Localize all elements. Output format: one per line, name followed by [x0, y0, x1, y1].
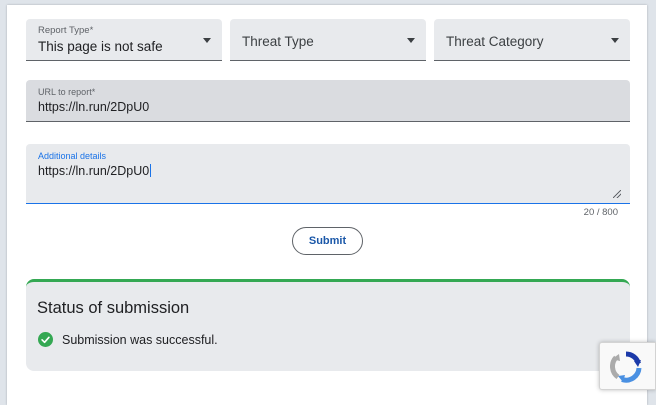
- threat-type-placeholder: Threat Type: [242, 34, 314, 49]
- url-field-label: URL to report*: [38, 87, 96, 97]
- threat-category-select[interactable]: Threat Category: [434, 19, 630, 61]
- submission-status-panel: Status of submission Submission was succ…: [26, 279, 630, 371]
- status-title: Status of submission: [37, 299, 190, 317]
- report-type-value: This page is not safe: [38, 39, 163, 54]
- character-counter: 20 / 800: [583, 207, 618, 218]
- chevron-down-icon: [407, 38, 415, 43]
- report-form-card: Report Type* This page is not safe Threa…: [7, 5, 647, 405]
- details-field-label: Additional details: [38, 151, 107, 161]
- url-to-report-field[interactable]: URL to report* https://ln.run/2DpU0: [26, 80, 630, 122]
- status-message: Submission was successful.: [62, 333, 218, 347]
- details-field-value-wrap: https://ln.run/2DpU0: [38, 164, 152, 178]
- recaptcha-badge[interactable]: [599, 342, 656, 390]
- additional-details-textarea[interactable]: Additional details https://ln.run/2DpU0: [26, 144, 630, 204]
- text-caret: [150, 164, 152, 177]
- threat-type-select[interactable]: Threat Type: [230, 19, 426, 61]
- submit-button[interactable]: Submit: [292, 227, 363, 255]
- report-type-select[interactable]: Report Type* This page is not safe: [26, 19, 222, 61]
- chevron-down-icon: [611, 38, 619, 43]
- resize-handle-icon[interactable]: [613, 190, 621, 198]
- details-field-value: https://ln.run/2DpU0: [38, 164, 150, 178]
- url-field-value: https://ln.run/2DpU0: [38, 100, 150, 114]
- threat-category-placeholder: Threat Category: [446, 34, 544, 49]
- report-type-label: Report Type*: [38, 25, 94, 36]
- chevron-down-icon: [203, 38, 211, 43]
- check-circle-icon: [38, 332, 53, 347]
